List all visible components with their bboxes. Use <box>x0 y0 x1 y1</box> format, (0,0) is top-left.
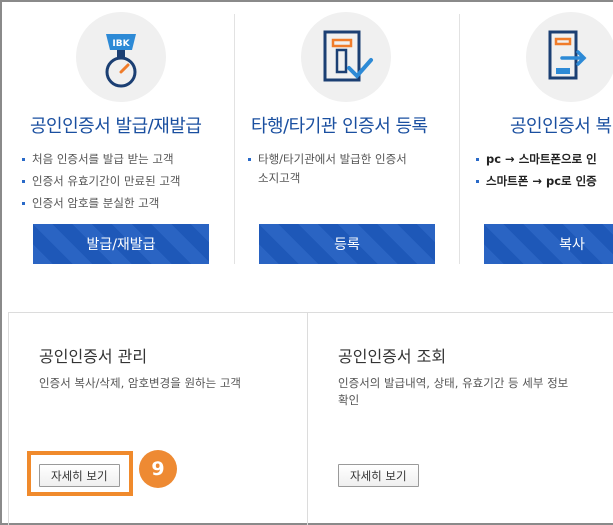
ibk-icon-text: IBK <box>112 39 130 49</box>
register-button[interactable]: 등록 <box>259 224 435 264</box>
card-copy-bullets: pc → 스마트폰으로 인 스마트폰 → pc로 인증 <box>474 148 597 192</box>
panel-inquiry: 공인인증서 조회 인증서의 발급내역, 상태, 유효기간 등 세부 정보 확인 … <box>308 313 613 525</box>
card-register: 타행/타기관 인증서 등록 타행/타기관에서 발급한 인증서 소지고객 등록 <box>235 2 459 264</box>
card-issue-bullets: 처음 인증서를 발급 받는 고객 인증서 유효기간이 만료된 고객 인증서 암호… <box>20 148 181 214</box>
certificate-register-check-icon <box>323 30 373 82</box>
ibk-certificate-badge-icon: IBK <box>105 34 137 88</box>
card-copy-title: 공인인증서 복 <box>510 116 612 137</box>
card-issue-reissue: IBK 공인인증서 발급/재발급 처음 인증서를 발급 받는 고객 인증서 유효… <box>2 2 234 264</box>
certificate-copy-phone-icon <box>548 30 587 80</box>
panel-inquiry-desc: 인증서의 발급내역, 상태, 유효기간 등 세부 정보 확인 <box>338 376 569 407</box>
card-copy-icon-circle <box>526 12 613 102</box>
card-copy-bullet: 스마트폰 → pc로 인증 <box>474 170 597 192</box>
card-issue-bullet: 인증서 암호를 분실한 고객 <box>20 192 181 214</box>
panel-manage-title: 공인인증서 관리 <box>39 347 148 366</box>
card-register-bullet: 소지고객 <box>258 171 301 185</box>
copy-button[interactable]: 복사 <box>484 224 613 264</box>
card-issue-title: 공인인증서 발급/재발급 <box>30 116 202 137</box>
inquiry-details-button[interactable]: 자세히 보기 <box>338 464 419 487</box>
step-highlight-box <box>27 451 133 496</box>
card-register-title: 타행/타기관 인증서 등록 <box>251 116 428 137</box>
panel-inquiry-title: 공인인증서 조회 <box>338 347 447 366</box>
card-register-bullets: 타행/타기관에서 발급한 인증서 소지고객 <box>246 148 407 189</box>
card-copy: 공인인증서 복 pc → 스마트폰으로 인 스마트폰 → pc로 인증 복사 <box>460 2 613 264</box>
step-number-badge: 9 <box>139 450 177 488</box>
card-issue-bullet: 인증서 유효기간이 만료된 고객 <box>20 170 181 192</box>
card-issue-bullet: 처음 인증서를 발급 받는 고객 <box>20 148 181 170</box>
panel-manage-desc: 인증서 복사/삭제, 암호변경을 원하는 고객 <box>39 376 242 390</box>
card-register-icon-circle <box>301 12 391 102</box>
issue-reissue-button[interactable]: 발급/재발급 <box>33 224 209 264</box>
card-copy-bullet: pc → 스마트폰으로 인 <box>474 148 597 170</box>
card-issue-icon-circle: IBK <box>76 12 166 102</box>
